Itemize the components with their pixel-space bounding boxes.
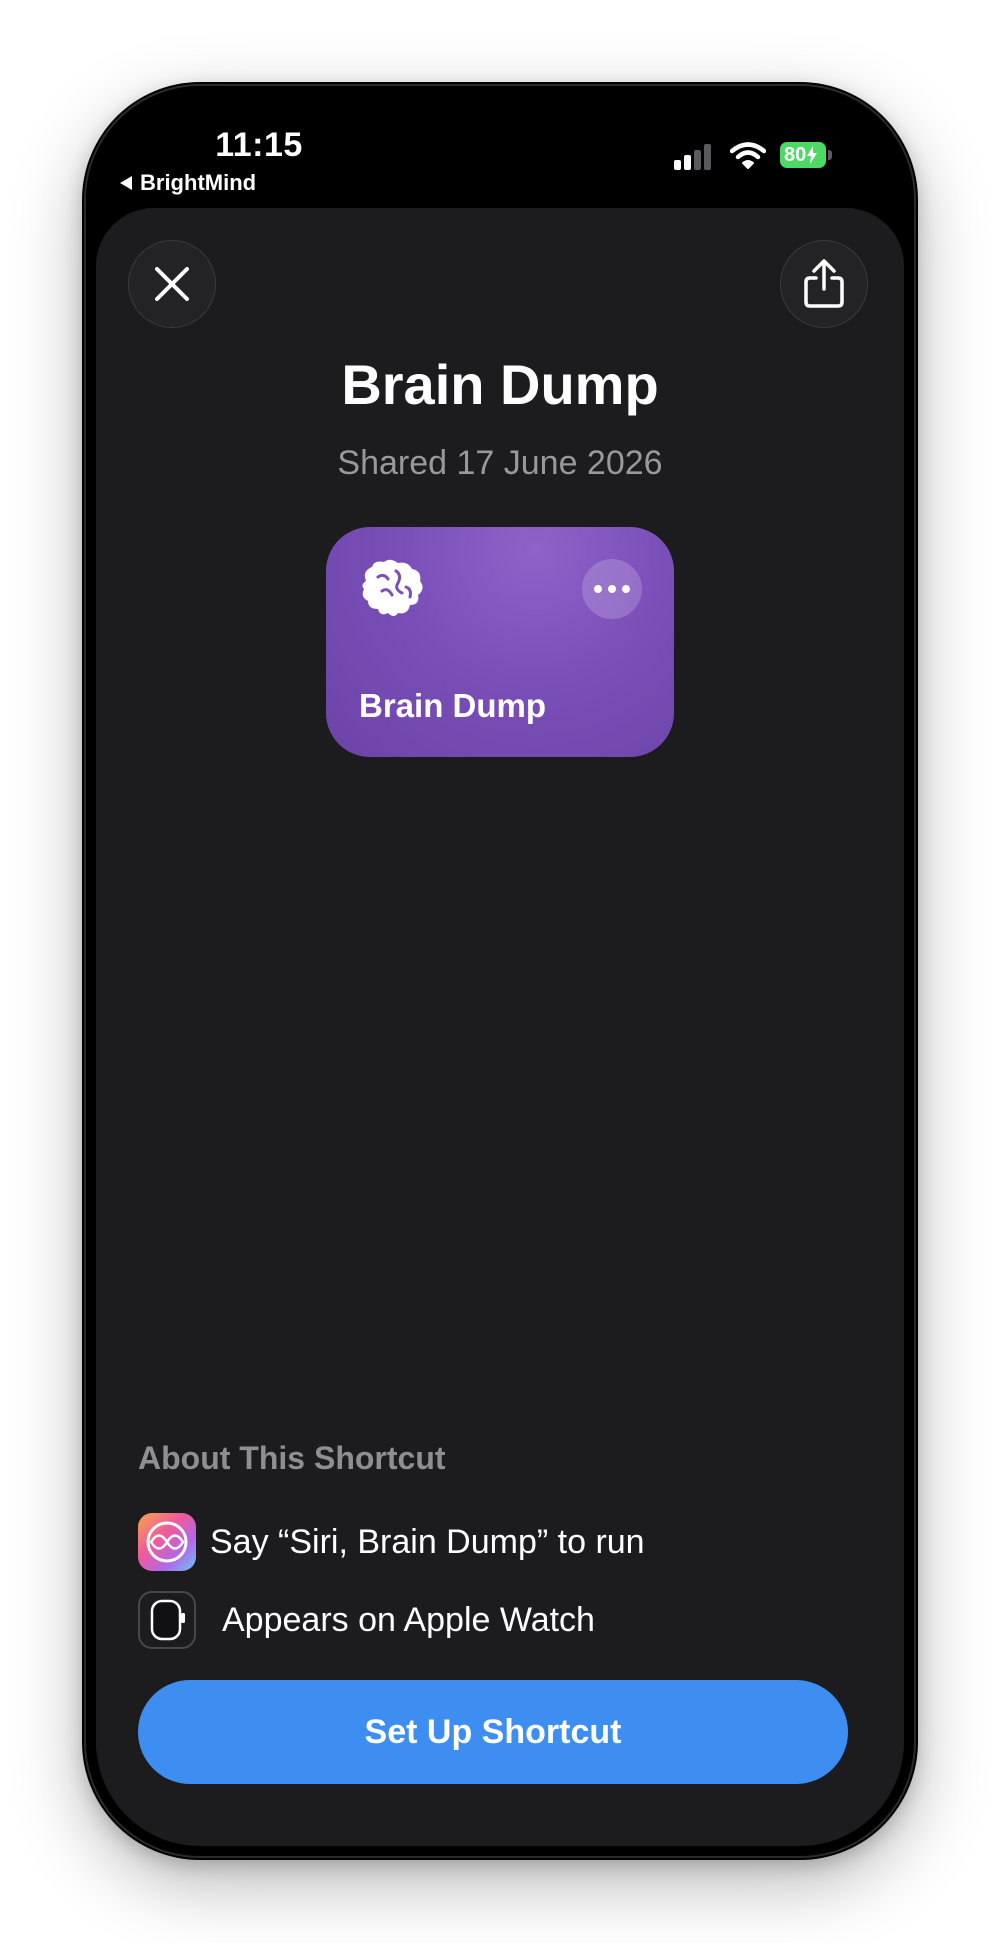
signal-bar <box>704 144 711 170</box>
battery-indicator: 80 <box>780 142 826 168</box>
close-icon <box>155 267 189 301</box>
signal-bar <box>694 150 701 170</box>
more-dot <box>622 585 630 593</box>
battery-cap <box>828 150 832 160</box>
siri-icon <box>138 1513 196 1571</box>
shortcut-sheet: Brain Dump Shared 17 June 2026 Brain Dum… <box>96 208 904 1846</box>
charging-bolt-icon <box>807 146 818 164</box>
shortcut-card[interactable]: Brain Dump <box>326 527 674 757</box>
watch-face-icon <box>150 1599 185 1641</box>
back-triangle-icon <box>120 176 132 190</box>
about-siri-text: Say “Siri, Brain Dump” to run <box>210 1522 645 1561</box>
apple-watch-icon <box>138 1591 196 1649</box>
phone-screen: 11:15 BrightMind 80 Brain Dump Shared 17… <box>96 96 904 1846</box>
brain-icon <box>362 559 423 616</box>
set-up-shortcut-button[interactable]: Set Up Shortcut <box>138 1680 848 1784</box>
wifi-icon <box>730 142 766 169</box>
cellular-signal-icon <box>674 144 714 170</box>
card-more-button[interactable] <box>582 559 642 619</box>
screenshot-stage: 11:15 BrightMind 80 Brain Dump Shared 17… <box>0 0 1000 1944</box>
about-item-siri: Say “Siri, Brain Dump” to run <box>138 1513 645 1571</box>
shared-date: Shared 17 June 2026 <box>337 444 663 482</box>
card-label: Brain Dump <box>359 687 547 724</box>
back-to-app-link[interactable]: BrightMind <box>120 170 256 196</box>
battery-level: 80 <box>784 143 807 166</box>
about-item-watch: Appears on Apple Watch <box>138 1591 595 1649</box>
shortcut-title: Brain Dump <box>341 353 659 416</box>
about-heading: About This Shortcut <box>138 1440 446 1476</box>
status-time: 11:15 <box>215 126 303 164</box>
share-button[interactable] <box>780 240 868 328</box>
back-app-label: BrightMind <box>140 170 257 195</box>
signal-bar <box>674 160 681 170</box>
siri-orb-icon <box>146 1521 188 1563</box>
signal-bar <box>684 155 691 170</box>
close-button[interactable] <box>128 240 216 328</box>
share-icon <box>804 259 844 308</box>
more-dot <box>608 585 616 593</box>
about-watch-text: Appears on Apple Watch <box>222 1600 595 1639</box>
phone-frame: 11:15 BrightMind 80 Brain Dump Shared 17… <box>82 82 918 1860</box>
more-dot <box>594 585 602 593</box>
